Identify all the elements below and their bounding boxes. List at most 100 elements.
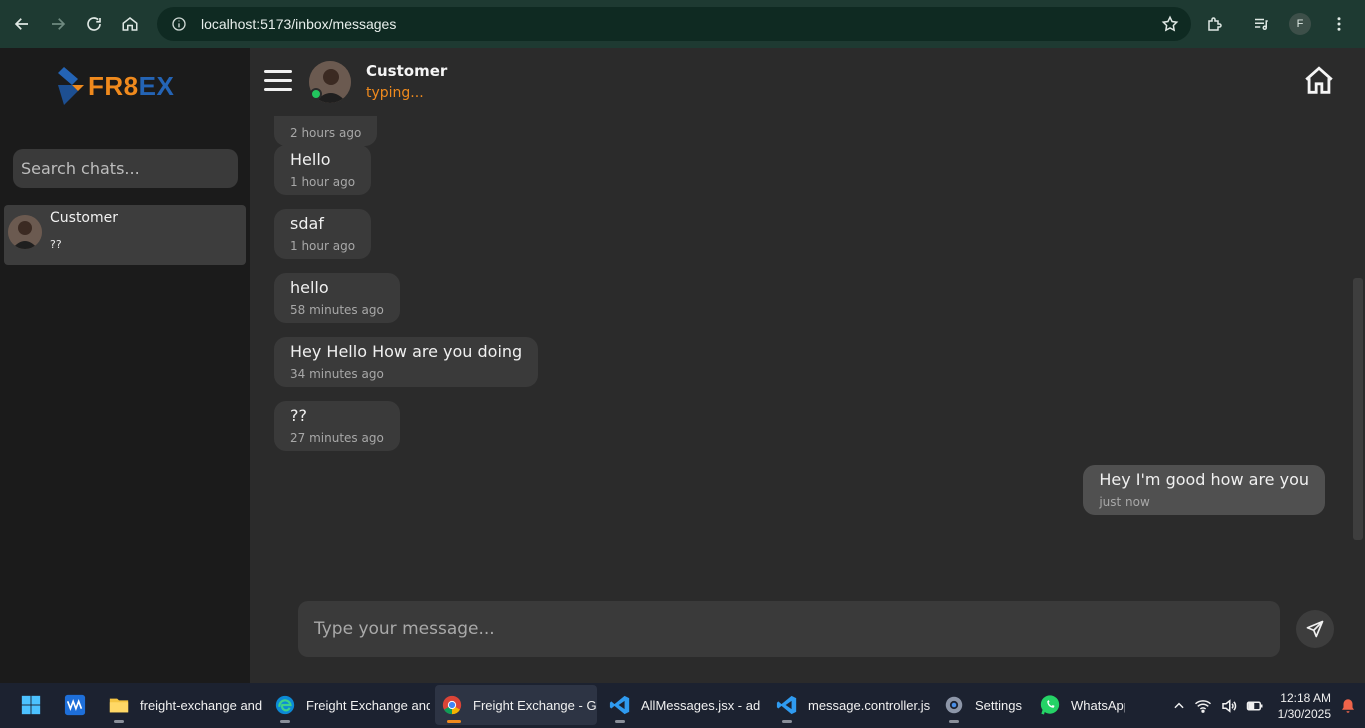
- message-bubble: Hey Hello How are you doing 34 minutes a…: [274, 337, 539, 387]
- message-bubble: sdaf 1 hour ago: [274, 209, 372, 259]
- settings-icon: [945, 696, 963, 714]
- running-indicator: [280, 720, 290, 723]
- start-button[interactable]: [14, 685, 50, 725]
- playlist-icon: [1255, 18, 1268, 30]
- user-photo-icon: [8, 215, 42, 249]
- message-time: 1 hour ago: [290, 239, 356, 253]
- my-message-bubble: Hey I'm good how are you just now: [1083, 465, 1325, 515]
- chat-name: Customer: [50, 210, 119, 226]
- running-indicator: [447, 720, 461, 723]
- message-time: 2 hours ago: [290, 126, 362, 140]
- running-indicator: [782, 720, 792, 723]
- chrome-icon: [442, 695, 462, 715]
- message-time: 27 minutes ago: [290, 431, 384, 445]
- browser-toolbar: localhost:5173/inbox/messages F: [0, 0, 1365, 48]
- chat-list-item[interactable]: Customer ??: [4, 205, 246, 265]
- url-text: localhost:5173/inbox/messages: [201, 16, 397, 32]
- brand-logo[interactable]: FR8EX: [56, 64, 174, 108]
- windows-icon: [21, 695, 41, 715]
- notification-bell-icon[interactable]: [1339, 697, 1357, 715]
- message-time: 34 minutes ago: [290, 367, 384, 381]
- arrow-left-icon: [14, 18, 28, 30]
- message-bubble: hello 58 minutes ago: [274, 273, 400, 323]
- logo-mark-icon: [58, 67, 84, 105]
- battery-icon[interactable]: [1246, 697, 1264, 715]
- profile-avatar[interactable]: F: [1289, 13, 1311, 35]
- task-label: Freight Exchange - Go: [473, 697, 597, 713]
- taskbar-app-chrome[interactable]: Freight Exchange - Go: [435, 685, 597, 725]
- contact-name: Customer: [366, 62, 448, 80]
- forward-button[interactable]: [40, 6, 76, 42]
- browser-menu-button[interactable]: [1321, 6, 1357, 42]
- folder-icon: [109, 698, 129, 713]
- logo-text: FR8EX: [88, 70, 175, 101]
- send-button[interactable]: [1296, 610, 1334, 648]
- running-indicator: [615, 720, 625, 723]
- chevron-up-icon[interactable]: [1172, 699, 1186, 713]
- vscode-icon: [609, 695, 630, 715]
- clock-date: 1/30/2025: [1277, 706, 1331, 721]
- reload-button[interactable]: [76, 6, 112, 42]
- system-tray: 12:18 AM 1/30/2025: [1172, 683, 1357, 728]
- chat-preview: ??: [50, 238, 62, 251]
- taskbar-app-vscode-2[interactable]: message.controller.js: [770, 685, 930, 725]
- vscode-icon: [776, 695, 797, 715]
- chat-panel: Customer typing... 2 hours ago Hello 1 h…: [250, 48, 1365, 683]
- message-text: hello: [290, 278, 329, 297]
- search-chats-input[interactable]: Search chats...: [13, 149, 238, 188]
- volume-icon[interactable]: [1220, 697, 1238, 715]
- message-text: Hello: [290, 150, 331, 169]
- message-bubble: 2 hours ago: [274, 116, 377, 146]
- taskbar-widget[interactable]: [58, 685, 98, 725]
- message-time: 1 hour ago: [290, 175, 356, 189]
- message-scrollbar[interactable]: [1353, 278, 1363, 540]
- hamburger-menu-button[interactable]: [264, 70, 292, 94]
- taskbar: freight-exchange and Freight Exchange an…: [0, 683, 1365, 728]
- message-time: 58 minutes ago: [290, 303, 384, 317]
- task-label: freight-exchange and: [140, 697, 262, 713]
- address-bar[interactable]: localhost:5173/inbox/messages: [157, 7, 1191, 41]
- system-clock[interactable]: 12:18 AM 1/30/2025: [1278, 690, 1331, 722]
- message-text: Hey I'm good how are you: [1099, 470, 1309, 489]
- reload-icon: [87, 17, 101, 31]
- wifi-icon[interactable]: [1194, 697, 1212, 715]
- media-controls-button[interactable]: [1243, 6, 1279, 42]
- task-label: Settings: [975, 697, 1022, 713]
- avatar: [8, 215, 42, 249]
- taskbar-app-vscode-1[interactable]: AllMessages.jsx - adm: [603, 685, 761, 725]
- clock-time: 12:18 AM: [1280, 690, 1331, 705]
- message-bubble: ?? 27 minutes ago: [274, 401, 400, 451]
- site-info-icon[interactable]: [171, 16, 187, 32]
- puzzle-icon: [1208, 17, 1222, 31]
- home-icon[interactable]: [1302, 64, 1336, 98]
- message-text: [290, 116, 361, 120]
- online-status-dot: [310, 88, 322, 100]
- chat-header: Customer typing...: [250, 48, 1365, 116]
- back-button[interactable]: [4, 6, 40, 42]
- message-text: ??: [290, 406, 307, 425]
- message-input[interactable]: Type your message...: [298, 601, 1280, 657]
- running-indicator: [114, 720, 124, 723]
- task-label: message.controller.js: [808, 697, 930, 713]
- waveform-app-icon: [64, 694, 86, 716]
- message-text: sdaf: [290, 214, 324, 233]
- taskbar-app-edge[interactable]: Freight Exchange and: [268, 685, 430, 725]
- taskbar-app-explorer[interactable]: freight-exchange and: [102, 685, 262, 725]
- task-label: Freight Exchange and: [306, 697, 430, 713]
- whatsapp-icon: [1040, 695, 1060, 715]
- extensions-button[interactable]: [1197, 6, 1233, 42]
- chat-app: FR8EX Search chats... Customer ?? Custom…: [0, 48, 1365, 683]
- home-nav-button[interactable]: [112, 6, 148, 42]
- edge-icon: [275, 695, 295, 715]
- arrow-right-icon: [52, 18, 66, 30]
- running-indicator: [949, 720, 959, 723]
- bookmark-star-icon[interactable]: [1161, 15, 1179, 33]
- taskbar-app-whatsapp[interactable]: WhatsApp: [1033, 685, 1125, 725]
- message-list[interactable]: 2 hours ago Hello 1 hour ago sdaf 1 hour…: [250, 116, 1365, 536]
- sidebar: FR8EX Search chats... Customer ??: [0, 48, 250, 683]
- message-bubble: Hello 1 hour ago: [274, 145, 372, 195]
- typing-status: typing...: [366, 85, 424, 101]
- send-icon: [1306, 620, 1324, 638]
- task-label: WhatsApp: [1071, 697, 1125, 713]
- taskbar-app-settings[interactable]: Settings: [937, 685, 1025, 725]
